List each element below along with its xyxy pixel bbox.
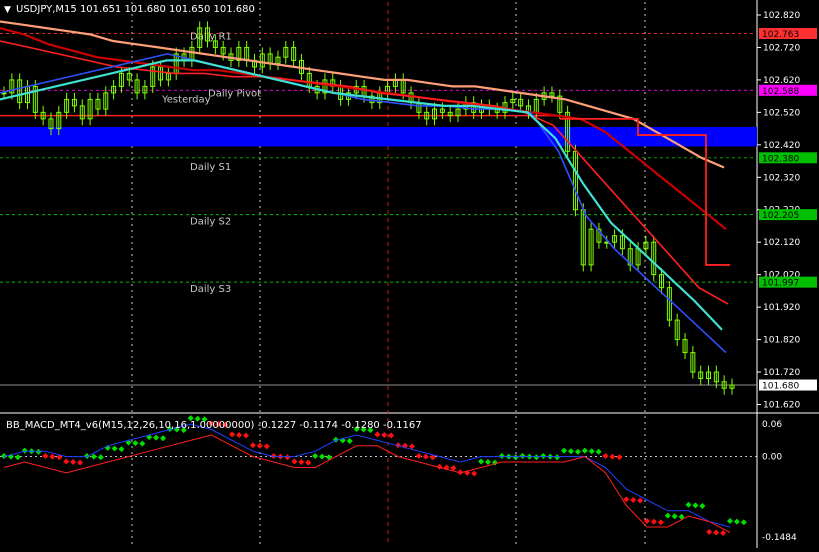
macd-chart-title: BB_MACD_MT4_v6(M15,12,26,10,16,1.0000000… xyxy=(6,420,422,431)
price-tick-label: 102.820 xyxy=(763,11,800,21)
macd-tick-label: 0.06 xyxy=(762,420,782,430)
symbol-arrow-icon[interactable]: ▼ xyxy=(4,5,11,15)
pivot-price-tag-text: 102.380 xyxy=(762,154,799,164)
yesterday-label: Yesterday xyxy=(161,94,211,105)
price-tick-label: 101.720 xyxy=(763,368,800,378)
chart-window[interactable]: 102.820 102.720 102.620 102.520 102.420 102.3… xyxy=(0,0,819,548)
price-tick-label: 102.120 xyxy=(763,238,800,248)
price-tick-label: 101.920 xyxy=(763,303,800,313)
price-tick-label: 101.620 xyxy=(763,401,800,411)
pivot-price-tag-text: 101.997 xyxy=(762,279,799,289)
price-tick-label: 102.520 xyxy=(763,108,800,118)
price-tick-label: 102.620 xyxy=(763,76,800,86)
macd-tick-label: 0.00 xyxy=(762,453,782,463)
current-price-tag-text: 101.680 xyxy=(762,382,799,392)
price-tick-label: 102.720 xyxy=(763,43,800,53)
price-tick-label: 101.820 xyxy=(763,336,800,346)
pivot-label: Daily R1 xyxy=(190,31,232,42)
pivot-label: Daily S3 xyxy=(190,284,231,295)
macd-tick-label: -0.1484 xyxy=(762,533,797,543)
pivot-price-tag-text: 102.588 xyxy=(762,87,799,97)
pivot-label: Daily Pivot xyxy=(208,88,261,99)
pivot-label: Daily S2 xyxy=(190,217,231,228)
price-tick-label: 102.420 xyxy=(763,141,800,151)
pivot-price-tag-text: 102.205 xyxy=(762,211,799,221)
pivot-label: Daily S1 xyxy=(190,162,231,173)
price-tick-label: 102.320 xyxy=(763,173,800,183)
blue-zone-rect xyxy=(0,126,757,147)
pivot-price-tag-text: 102.763 xyxy=(762,30,799,40)
main-chart-title: USDJPY,M15 101.651 101.680 101.650 101.6… xyxy=(16,4,255,15)
price-chart-canvas[interactable]: 102.820 102.720 102.620 102.520 102.420 102.3… xyxy=(0,0,819,548)
